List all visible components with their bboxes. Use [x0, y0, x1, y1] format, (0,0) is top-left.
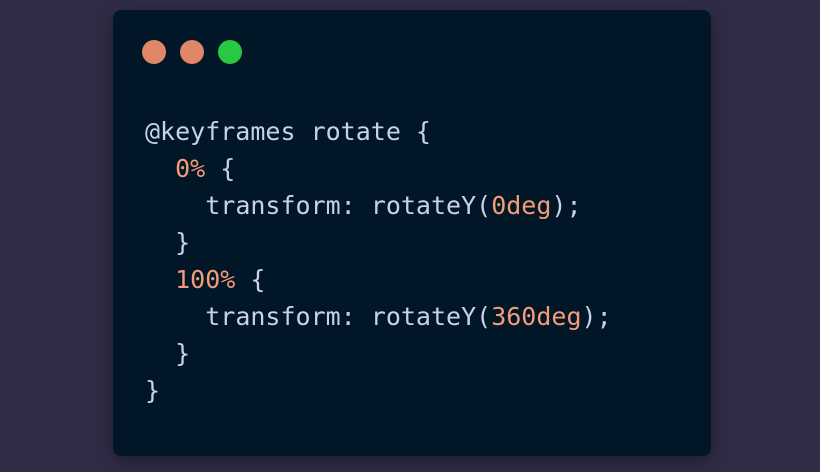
code-token: transform: rotateY( — [205, 302, 492, 331]
code-token: ); — [551, 191, 582, 220]
code-line: 100% { — [145, 261, 612, 298]
code-window: @keyframes rotate { 0% { transform: rota… — [113, 10, 711, 456]
code-token: } — [175, 228, 191, 257]
code-block: @keyframes rotate { 0% { transform: rota… — [145, 113, 612, 409]
code-token: } — [145, 376, 161, 405]
code-number-token: 360deg — [491, 302, 582, 331]
code-token: transform: rotateY( — [205, 191, 492, 220]
code-line: 0% { — [145, 150, 612, 187]
code-line: } — [145, 335, 612, 372]
code-token: { — [205, 154, 236, 183]
code-token: } — [175, 339, 191, 368]
code-line: @keyframes rotate { — [145, 113, 612, 150]
code-token: { — [235, 265, 266, 294]
code-token: ); — [581, 302, 612, 331]
window-controls — [142, 40, 242, 64]
maximize-dot-icon[interactable] — [218, 40, 242, 64]
code-number-token: 100% — [175, 265, 236, 294]
code-line: transform: rotateY(0deg); — [145, 187, 612, 224]
code-line: transform: rotateY(360deg); — [145, 298, 612, 335]
code-number-token: 0deg — [491, 191, 552, 220]
close-dot-icon[interactable] — [142, 40, 166, 64]
code-line: } — [145, 224, 612, 261]
code-number-token: 0% — [175, 154, 206, 183]
code-line: } — [145, 372, 612, 409]
minimize-dot-icon[interactable] — [180, 40, 204, 64]
code-token: @keyframes rotate { — [145, 117, 431, 146]
